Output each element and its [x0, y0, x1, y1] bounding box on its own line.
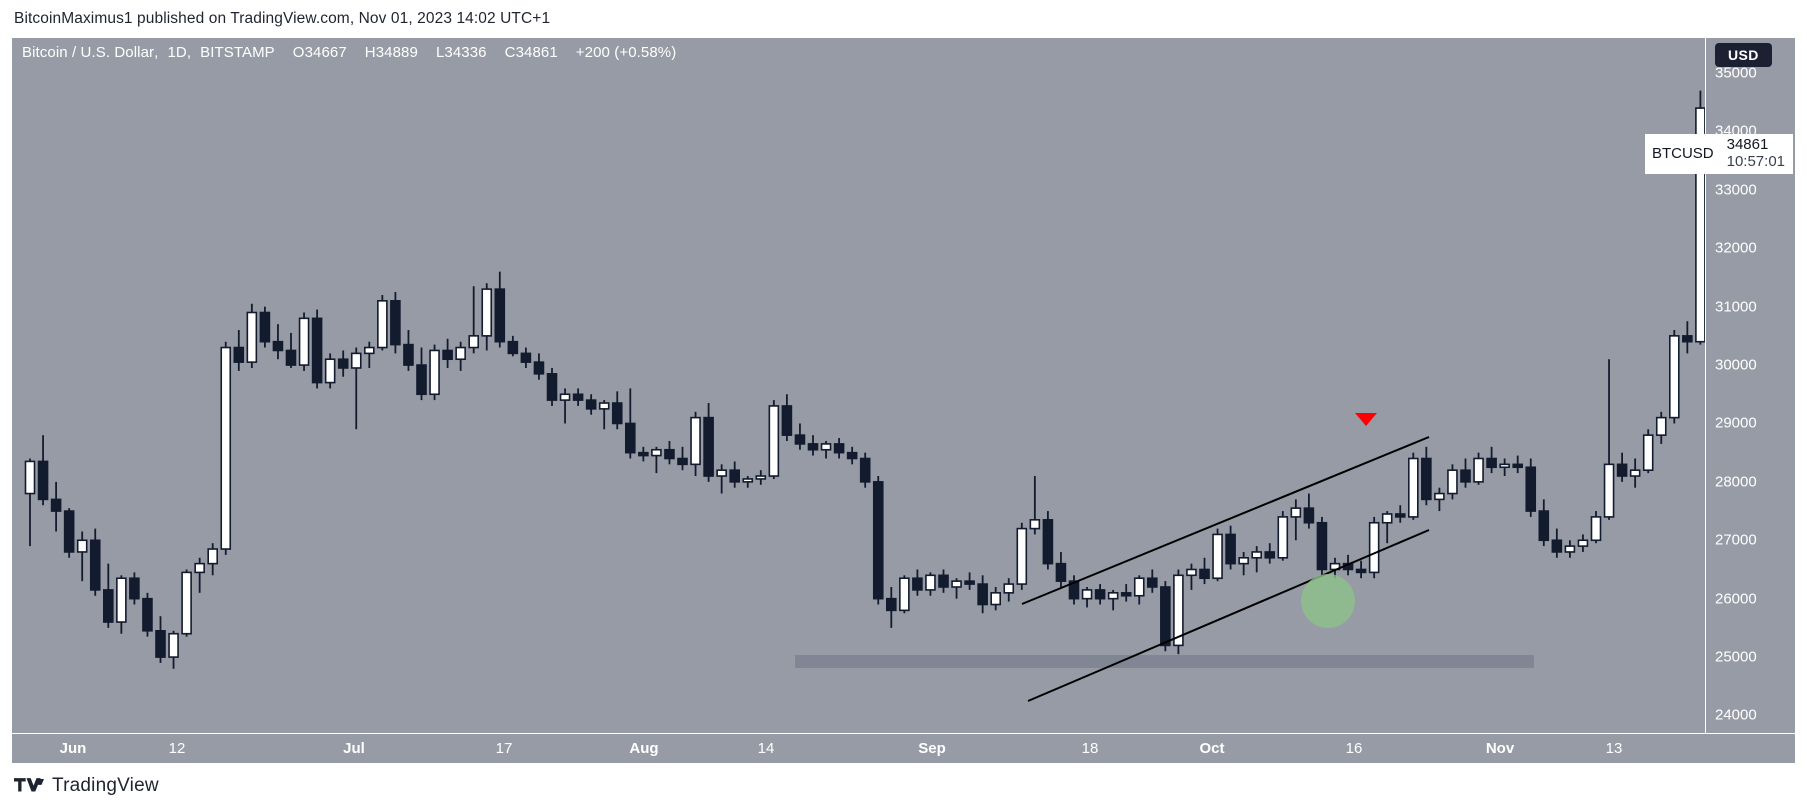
price-tick: 28000: [1715, 473, 1757, 491]
channel-lower-line[interactable]: [1027, 529, 1430, 702]
price-tick: 26000: [1715, 590, 1757, 608]
time-tick: 17: [495, 740, 513, 757]
price-tick: 25000: [1715, 648, 1757, 666]
legend-open-key: O: [292, 43, 305, 61]
legend-low-key: L: [435, 43, 445, 61]
price-tick: 35000: [1715, 64, 1757, 82]
time-tick: Sep: [918, 740, 946, 757]
channel-upper-line[interactable]: [1021, 436, 1430, 605]
legend-symbol: Bitcoin / U.S. Dollar: [22, 43, 155, 61]
tradingview-logo-icon: [14, 777, 44, 791]
legend-interval: 1D: [167, 43, 187, 61]
published-header: BitcoinMaximus1 published on TradingView…: [0, 0, 1807, 38]
currency-badge: USD: [1715, 43, 1772, 67]
legend-sep-1: ,: [154, 43, 159, 61]
published-text: BitcoinMaximus1 published on TradingView…: [14, 10, 551, 27]
legend-low-value: 34336: [444, 43, 487, 61]
last-price-symbol: BTCUSD: [1644, 134, 1721, 174]
tradingview-brand-label: TradingView: [52, 775, 159, 796]
legend-close-key: C: [504, 43, 516, 61]
price-tick: 24000: [1715, 706, 1757, 724]
last-price-value: 34861: [1726, 136, 1769, 153]
legend-high-key: H: [364, 43, 376, 61]
sell-marker-icon: [1355, 413, 1377, 426]
time-tick: Nov: [1485, 740, 1515, 757]
legend-open-value: 34667: [304, 43, 347, 61]
highlight-circle: [1301, 574, 1355, 628]
last-price-tag: BTCUSD 34861 10:57:01: [1644, 134, 1793, 174]
last-price-values: 34861 10:57:01: [1720, 134, 1793, 174]
footer: TradingView: [0, 763, 1807, 809]
plot-area[interactable]: [12, 38, 1705, 733]
time-tick: Jul: [343, 740, 365, 757]
legend-high-value: 34889: [375, 43, 418, 61]
chart-frame: Bitcoin / U.S. Dollar, 1D, BITSTAMP O 346…: [12, 38, 1795, 763]
price-tick: 29000: [1715, 414, 1757, 432]
legend-close-value: 34861: [515, 43, 558, 61]
symbol-legend[interactable]: Bitcoin / U.S. Dollar, 1D, BITSTAMP O 346…: [12, 38, 676, 66]
price-tick: 30000: [1715, 356, 1757, 374]
annotation-overlay: [1021, 436, 1430, 702]
legend-exchange: BITSTAMP: [200, 43, 275, 61]
price-tick: 31000: [1715, 298, 1757, 316]
time-tick: 13: [1605, 740, 1623, 757]
time-tick: Jun: [59, 740, 87, 757]
price-tick: 33000: [1715, 181, 1757, 199]
price-tick: 27000: [1715, 531, 1757, 549]
time-tick: 16: [1345, 740, 1363, 757]
time-tick: Oct: [1199, 740, 1225, 757]
time-tick: 14: [757, 740, 775, 757]
time-tick: 18: [1081, 740, 1099, 757]
time-tick: 12: [168, 740, 186, 757]
legend-change: +200 (+0.58%): [575, 43, 677, 61]
last-price-time: 10:57:01: [1726, 153, 1785, 171]
price-tick: 32000: [1715, 239, 1757, 257]
time-axis[interactable]: Jun 12 Jul 17 Aug 14 Sep 18 Oct 16 Nov 13: [12, 733, 1795, 763]
legend-sep-2: ,: [186, 43, 192, 61]
time-tick: Aug: [629, 740, 659, 757]
